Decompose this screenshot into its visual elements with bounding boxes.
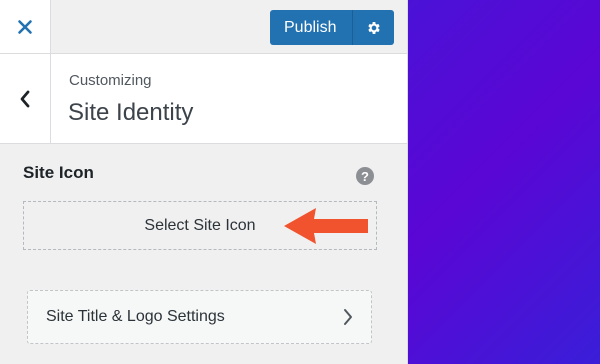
help-icon[interactable]: ? xyxy=(356,167,374,185)
back-button[interactable] xyxy=(0,54,51,143)
customizer-header: Publish xyxy=(0,0,407,54)
chevron-right-icon xyxy=(344,309,352,325)
section-header: Customizing Site Identity xyxy=(0,54,407,144)
close-button[interactable] xyxy=(0,0,51,53)
red-arrow-icon xyxy=(284,208,368,244)
close-icon xyxy=(18,19,32,34)
customizing-label: Customizing xyxy=(69,72,152,89)
customizer-window: Publish Customizing Site Identity Site I… xyxy=(0,0,600,364)
gear-icon xyxy=(368,21,380,34)
customizer-sidebar: Publish Customizing Site Identity Site I… xyxy=(0,0,408,364)
site-title-logo-settings-item[interactable]: Site Title & Logo Settings xyxy=(27,290,372,344)
publish-button-group: Publish xyxy=(270,10,395,45)
nav-item-label: Site Title & Logo Settings xyxy=(46,308,225,325)
chevron-left-icon xyxy=(20,90,30,107)
site-preview xyxy=(408,0,600,364)
site-icon-title: Site Icon xyxy=(23,163,94,182)
publish-settings-button[interactable] xyxy=(352,10,395,45)
publish-button[interactable]: Publish xyxy=(270,10,353,45)
section-title: Site Identity xyxy=(68,99,194,126)
